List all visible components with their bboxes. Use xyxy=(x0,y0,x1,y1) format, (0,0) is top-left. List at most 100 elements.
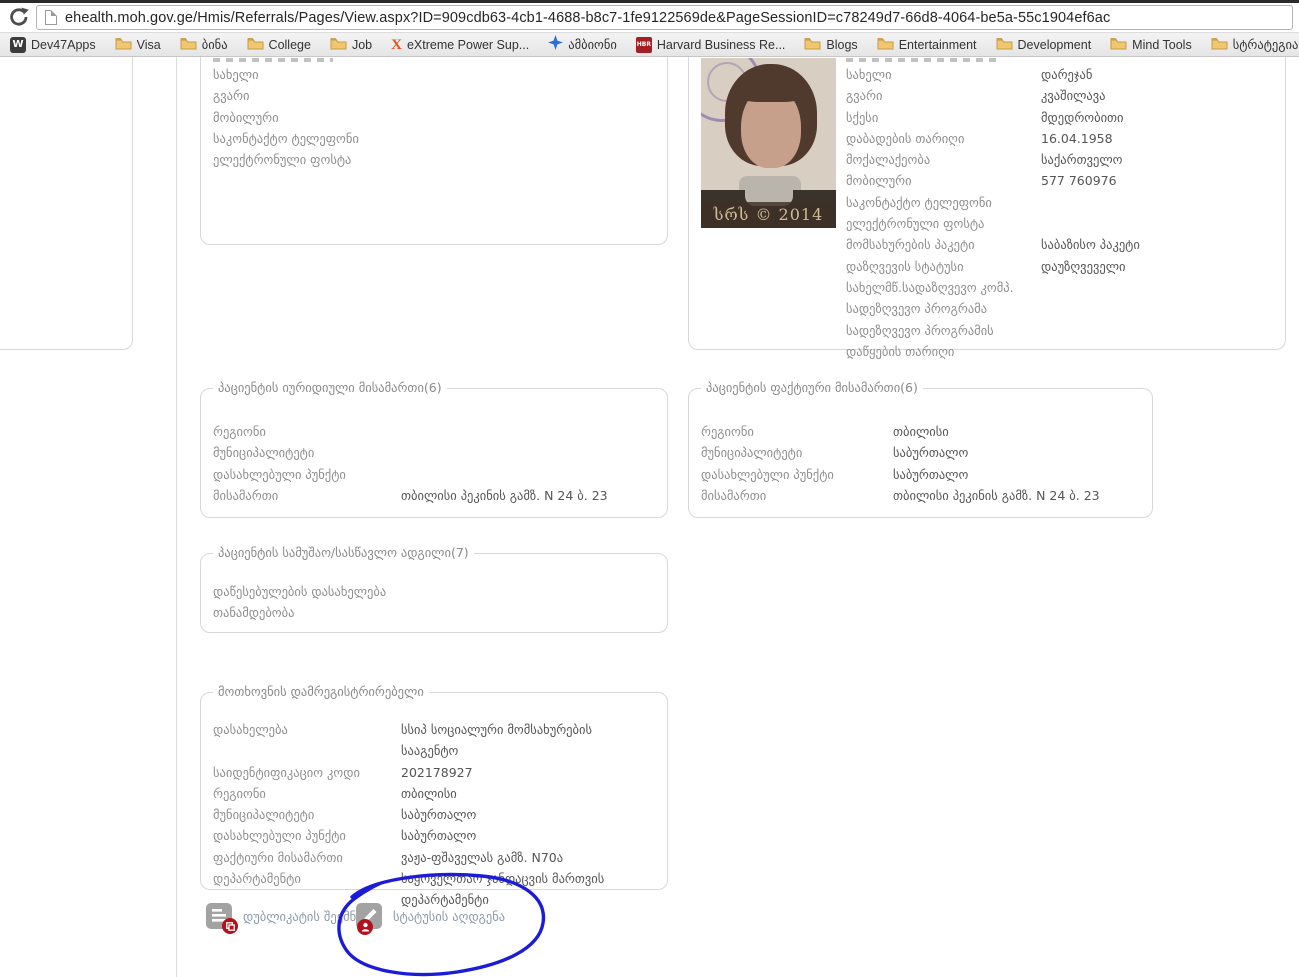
bookmark-item[interactable]: ბინა xyxy=(180,35,228,54)
bookmark-item[interactable]: Job xyxy=(330,35,372,54)
patient-photo: სრს © 2014 xyxy=(701,58,836,228)
bookmark-item[interactable]: Visa xyxy=(115,35,161,54)
action-label: სტატუსის აღდგენა xyxy=(393,908,506,924)
field-value: საქართველო xyxy=(1041,152,1123,168)
action-label: დუბლიკატის შექმნა xyxy=(243,908,363,924)
field-value: სსიპ სოციალური მომსახურების სააგენტო xyxy=(401,722,592,759)
field-value: დარეჯან xyxy=(1041,67,1093,82)
field-row: რეგიონი xyxy=(213,421,653,442)
folder-icon xyxy=(877,35,894,54)
bookmark-label: Job xyxy=(351,37,373,52)
bookmark-item[interactable]: Development xyxy=(996,35,1091,54)
field-value: თბილისი პეკინის გამზ. N 24 ბ. 23 xyxy=(893,487,1100,503)
field-label: საკონტაქტო ტელეფონი xyxy=(213,130,359,146)
field-row: სახელი დარეჯან xyxy=(846,64,1276,85)
hbr-icon: HBR xyxy=(635,36,652,53)
field-value: საბურთალო xyxy=(401,828,477,844)
reload-icon[interactable] xyxy=(7,5,31,29)
field-label: რეგიონი xyxy=(213,785,266,801)
bookmark-item[interactable]: XeXtreme Power Sup... xyxy=(391,37,529,53)
folder-icon xyxy=(1110,35,1127,54)
field-label: სახელი xyxy=(213,67,259,82)
field-label: დაზღვევის სტატუსი xyxy=(846,258,964,274)
field-row: გვარი კვაშილავა xyxy=(846,85,1276,106)
browser-window: სახელი გვარი მობილური საკონტაქტო ტელეფონი ელ… xyxy=(0,0,1299,977)
field-row: მოქალაქეობა საქართველო xyxy=(846,149,1276,170)
bookmark-label: eXtreme Power Sup... xyxy=(406,37,530,52)
field-label: გვარი xyxy=(213,88,250,104)
field-value: 16.04.1958 xyxy=(1041,130,1113,146)
field-row: თანამდებობა xyxy=(213,602,653,623)
field-value: კვაშილავა xyxy=(1041,88,1106,104)
field-label: სადეზღვევო პროგრამის დაწყების თარიღი xyxy=(846,322,994,359)
field-label: მომსახურების პაკეტი xyxy=(846,237,975,253)
field-row: სადეზღვევო პროგრამა xyxy=(846,298,1276,319)
form-container-border xyxy=(176,57,177,977)
bookmark-item[interactable]: W Dev47Apps xyxy=(10,36,96,53)
bookmark-label: Mind Tools xyxy=(1132,37,1192,52)
field-label: დეპარტამენტი xyxy=(213,871,301,887)
field-label: სახელი xyxy=(846,67,892,82)
field-label: გვარი xyxy=(846,88,883,104)
panel-legend: პაციენტის სამუშაო/სასწავლო ადგილი(7) xyxy=(213,545,474,560)
field-value: თბილისი პეკინის გამზ. N 24 ბ. 23 xyxy=(401,487,608,503)
field-row: რეგიონი თბილისი xyxy=(213,783,658,804)
bookmark-item[interactable]: სტრატეგია და ორ... xyxy=(1211,35,1299,54)
bookmark-item[interactable]: ამბიონი xyxy=(548,35,617,54)
folder-icon xyxy=(115,35,132,54)
field-value: მდედრობითი xyxy=(1041,109,1124,125)
field-row: სადეზღვევო პროგრამის დაწყების თარიღი xyxy=(846,320,1276,363)
field-value: თბილისი xyxy=(401,785,457,801)
bookmark-item[interactable]: Entertainment xyxy=(877,35,977,54)
field-label: მობილური xyxy=(213,109,279,125)
field-row: მისამართი თბილისი პეკინის გამზ. N 24 ბ. 2… xyxy=(213,485,653,506)
field-value: თბილისი xyxy=(893,424,949,439)
field-label: ელექტრონული ფოსტა xyxy=(213,152,352,168)
field-row: სქესი მდედრობითი xyxy=(846,107,1276,128)
bookmark-label: ამბიონი xyxy=(568,38,617,52)
field-label: მისამართი xyxy=(701,487,767,503)
field-label: მუნიციპალიტეტი xyxy=(213,807,315,823)
field-label: დასახლებული პუნქტი xyxy=(701,466,834,482)
field-row: მისამართი თბილისი პეკინის გამზ. N 24 ბ. 2… xyxy=(701,485,1141,506)
panel-legend: პაციენტის ფაქტიური მისამართი(6) xyxy=(701,380,923,395)
field-row: ელექტრონული ფოსტა xyxy=(846,213,1276,234)
field-label: სახელმწ.სადაზღვევო კომპ. xyxy=(846,279,1014,295)
field-row: მობილური 577 760976 xyxy=(846,170,1276,191)
panel-legend: პაციენტის იურიდიული მისამართი(6) xyxy=(213,380,447,395)
field-value: ვაჟა-ფშაველას გამზ. N70ა xyxy=(401,849,564,865)
restore-status-button[interactable]: სტატუსის აღდგენა xyxy=(355,902,506,935)
field-row: დაბადების თარიღი 16.04.1958 xyxy=(846,128,1276,149)
bookmark-item[interactable]: Mind Tools xyxy=(1110,35,1192,54)
actual-address-panel: პაციენტის ფაქტიური მისამართი(6) რეგიონი თ… xyxy=(688,380,1153,518)
field-row: დასახელება სსიპ სოციალური მომსახურების სა… xyxy=(213,719,658,762)
field-row: მუნიციპალიტეტი საბურთალო xyxy=(213,804,658,825)
field-label: დასახლებული პუნქტი xyxy=(213,466,346,482)
bookmark-label: Blogs xyxy=(826,37,858,52)
field-value: 202178927 xyxy=(401,764,473,780)
create-duplicate-button[interactable]: დუბლიკატის შექმნა xyxy=(205,902,363,934)
url-bar[interactable]: ehealth.moh.gov.ge/Hmis/Referrals/Pages/… xyxy=(36,5,1293,30)
folder-icon xyxy=(804,35,821,54)
folder-icon xyxy=(180,35,197,54)
photo-watermark: სრს © 2014 xyxy=(701,202,836,228)
registrar-panel: მოთხოვნის დამრეგისტრირებელი დასახელება სს… xyxy=(200,684,668,907)
field-value: საბურთალო xyxy=(893,445,969,461)
field-row: ელექტრონული ფოსტა xyxy=(213,149,653,170)
bookmark-item[interactable]: College xyxy=(247,35,311,54)
photo-bangs xyxy=(739,80,803,102)
folder-icon xyxy=(247,35,264,54)
field-label: საიდენტიფიკაციო კოდი xyxy=(213,764,360,780)
field-value: საბურთალო xyxy=(401,807,477,823)
field-label: სქესი xyxy=(846,109,879,125)
field-row: დაწესებულების დასახელება xyxy=(213,581,653,602)
field-row: დასახლებული პუნქტი საბურთალო xyxy=(701,464,1141,485)
field-label: მობილური xyxy=(846,173,912,189)
bookmark-label: Harvard Business Re... xyxy=(656,37,786,52)
bookmark-item[interactable]: Blogs xyxy=(804,35,858,54)
bookmark-label: Entertainment xyxy=(898,37,977,52)
field-label: მისამართი xyxy=(213,487,279,503)
dev47apps-icon: W xyxy=(10,36,26,53)
bookmark-label: Dev47Apps xyxy=(31,37,96,52)
bookmark-item[interactable]: HBR Harvard Business Re... xyxy=(635,36,786,53)
